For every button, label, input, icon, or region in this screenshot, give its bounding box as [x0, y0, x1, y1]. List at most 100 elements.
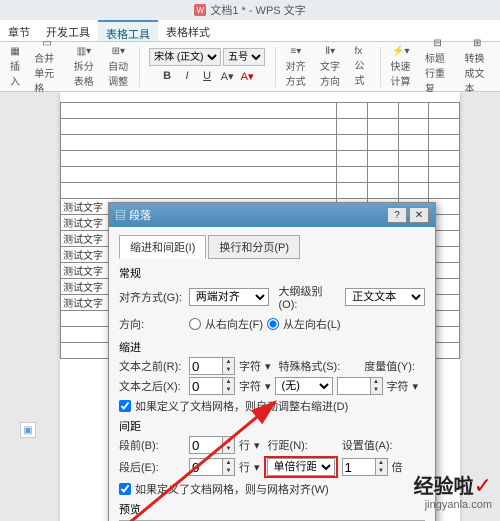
table-cell[interactable]: [398, 151, 429, 167]
table-cell[interactable]: [61, 135, 337, 151]
label-before-para: 段前(B):: [119, 437, 185, 453]
ribbon-merge-cell[interactable]: ▭合并单元格: [30, 38, 64, 95]
unit-char3: 字符: [387, 378, 409, 394]
highlight-button[interactable]: A▾: [218, 67, 236, 85]
table-cell[interactable]: [337, 151, 368, 167]
set-value-spin[interactable]: ▲▼: [342, 458, 388, 476]
ribbon-text-dir[interactable]: Ⅱ▾文字方向: [316, 46, 344, 88]
ribbon-split-cell[interactable]: ▥▾拆分表格: [70, 46, 98, 88]
underline-button[interactable]: U: [198, 67, 216, 85]
section-spacing: 间距: [119, 418, 425, 434]
watermark: 经验啦✓ jingyanla.com: [414, 470, 492, 511]
table-row[interactable]: [61, 183, 460, 199]
paragraph-dialog: ▤ 段落 ? ✕ 缩进和间距(I) 换行和分页(P) 常规 对齐方式(G): 两…: [108, 202, 436, 521]
table-cell[interactable]: [61, 119, 337, 135]
label-after-text: 文本之后(X):: [119, 378, 185, 394]
table-cell[interactable]: [398, 135, 429, 151]
tab-line-page-break[interactable]: 换行和分页(P): [208, 235, 300, 259]
table-cell[interactable]: [367, 135, 398, 151]
table-cell[interactable]: [337, 135, 368, 151]
italic-button[interactable]: I: [178, 67, 196, 85]
menu-table-tools[interactable]: 表格工具: [98, 20, 158, 41]
table-cell[interactable]: [398, 119, 429, 135]
font-size-select[interactable]: 五号: [223, 48, 265, 66]
before-para-spin[interactable]: ▲▼: [189, 436, 235, 454]
ribbon-align[interactable]: ≡▾对齐方式: [282, 46, 310, 88]
table-row[interactable]: [61, 151, 460, 167]
label-align: 对齐方式(G):: [119, 289, 185, 305]
align-select[interactable]: 两端对齐: [189, 288, 269, 306]
table-cell[interactable]: [429, 167, 460, 183]
table-row[interactable]: [61, 135, 460, 151]
dialog-icon: ▤: [115, 210, 129, 222]
before-text-spin[interactable]: ▲▼: [189, 357, 235, 375]
table-cell[interactable]: [337, 167, 368, 183]
unit-line1: 行: [239, 437, 250, 453]
special-fmt-select[interactable]: (无): [275, 377, 333, 395]
table-cell[interactable]: [367, 119, 398, 135]
table-cell[interactable]: [367, 103, 398, 119]
watermark-url: jingyanla.com: [414, 499, 492, 511]
label-special-fmt: 特殊格式(S):: [279, 358, 341, 374]
table-cell[interactable]: [367, 151, 398, 167]
checkbox-grid-indent[interactable]: 如果定义了文档网格，则自动调整右缩进(D): [119, 398, 425, 414]
table-cell[interactable]: [367, 183, 398, 199]
table-cell[interactable]: [337, 103, 368, 119]
table-cell[interactable]: [337, 183, 368, 199]
ribbon-fx[interactable]: fx 公式: [350, 46, 374, 87]
dialog-close-button[interactable]: ✕: [409, 207, 429, 223]
outline-select[interactable]: 正文文本: [345, 288, 425, 306]
table-row[interactable]: [61, 167, 460, 183]
table-cell[interactable]: [61, 183, 337, 199]
line-spacing-select[interactable]: 单倍行距: [267, 458, 335, 476]
ribbon-titlerepeat[interactable]: ⊟标题行重复: [421, 38, 455, 95]
label-set-value: 设置值(A):: [342, 437, 393, 453]
label-before-text: 文本之前(R):: [119, 358, 185, 374]
after-text-spin[interactable]: ▲▼: [189, 377, 235, 395]
table-cell[interactable]: [367, 167, 398, 183]
bold-button[interactable]: B: [158, 67, 176, 85]
table-cell[interactable]: [429, 103, 460, 119]
unit-char1: 字符: [239, 358, 261, 374]
radio-rtl[interactable]: 从右向左(F): [189, 316, 263, 332]
tab-indent-spacing[interactable]: 缩进和间距(I): [119, 235, 206, 259]
font-color-button[interactable]: A▾: [238, 67, 256, 85]
table-cell[interactable]: [429, 151, 460, 167]
section-preview: 预览: [119, 501, 425, 517]
font-family-select[interactable]: 宋体 (正文): [149, 48, 221, 66]
table-cell[interactable]: [398, 103, 429, 119]
table-cell[interactable]: [61, 151, 337, 167]
ribbon-autofit[interactable]: ⊞▾自动调整: [104, 46, 132, 88]
label-outline: 大纲级别(O):: [279, 283, 342, 311]
ribbon-font-group: 宋体 (正文) 五号 B I U A▾ A▾: [145, 48, 269, 85]
table-cell[interactable]: [337, 119, 368, 135]
checkbox-grid-align[interactable]: 如果定义了文档网格，则与网格对齐(W): [119, 481, 425, 497]
table-cell[interactable]: [61, 167, 337, 183]
table-cell[interactable]: [429, 119, 460, 135]
ribbon: ▦插入 ▭合并单元格 ▥▾拆分表格 ⊞▾自动调整 宋体 (正文) 五号 B I …: [0, 42, 500, 92]
app-titlebar: W 文档1 * - WPS 文字: [0, 0, 500, 20]
page-indicator-icon[interactable]: ▣: [20, 422, 36, 438]
radio-ltr[interactable]: 从左向右(L): [267, 316, 340, 332]
menu-table-style[interactable]: 表格样式: [158, 20, 218, 41]
table-row[interactable]: [61, 103, 460, 119]
dialog-title: 段落: [129, 210, 151, 222]
table-cell[interactable]: [398, 183, 429, 199]
ribbon-convert[interactable]: ⊞转换成文本: [460, 38, 494, 95]
after-para-spin[interactable]: ▲▼: [189, 458, 235, 476]
app-title: 文档1 * - WPS 文字: [210, 2, 305, 18]
table-cell[interactable]: [429, 183, 460, 199]
ribbon-insert-row[interactable]: ▦插入: [6, 46, 24, 88]
table-cell[interactable]: [429, 135, 460, 151]
table-row[interactable]: [61, 119, 460, 135]
table-cell[interactable]: [398, 167, 429, 183]
watermark-brand: 经验啦: [414, 476, 474, 498]
dialog-help-button[interactable]: ?: [387, 207, 407, 223]
ribbon-quickcalc[interactable]: ⚡▾快速计算: [387, 46, 415, 88]
unit-bei: 倍: [392, 459, 403, 475]
label-metric: 度量值(Y):: [364, 358, 415, 374]
metric-spin[interactable]: ▲▼: [337, 377, 383, 395]
dialog-titlebar[interactable]: ▤ 段落 ? ✕: [109, 203, 435, 227]
table-cell[interactable]: [61, 103, 337, 119]
label-line-spacing: 行距(N):: [268, 437, 308, 453]
